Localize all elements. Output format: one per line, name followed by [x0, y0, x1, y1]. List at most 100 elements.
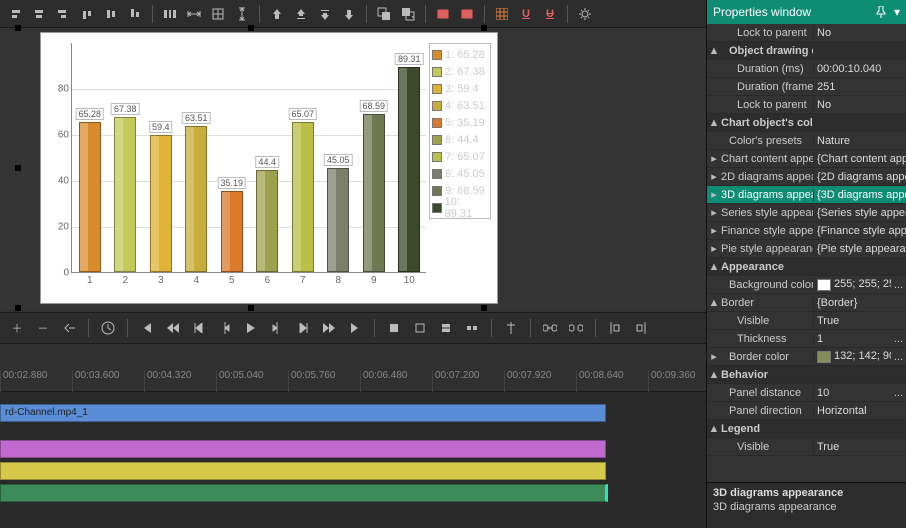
property-row[interactable]: ▸Pie style appearance{Pie style appearan… [707, 240, 906, 258]
skip-start-icon[interactable] [136, 317, 158, 339]
link-icon[interactable] [539, 317, 561, 339]
distribute-h-icon[interactable] [159, 3, 181, 25]
expand-icon[interactable]: ▲ [707, 369, 721, 381]
properties-grid[interactable]: Lock to parentNo▲Object drawing duration… [707, 24, 906, 482]
track-clip-2[interactable] [0, 440, 606, 458]
ffwd-icon[interactable] [318, 317, 340, 339]
property-value[interactable]: No [813, 27, 906, 39]
bar-10[interactable] [398, 67, 420, 272]
expand-icon[interactable]: ▸ [707, 350, 721, 363]
cursor-fwd-icon[interactable] [266, 317, 288, 339]
zoom-in-icon[interactable]: ＋ [6, 317, 28, 339]
property-row[interactable]: VisibleTrue [707, 312, 906, 330]
property-row[interactable]: ▸3D diagrams appearance{3D diagrams appe… [707, 186, 906, 204]
property-row[interactable]: Color's presetsNature [707, 132, 906, 150]
ellipsis-button[interactable]: ... [891, 333, 906, 345]
bar-5[interactable] [221, 191, 243, 272]
property-value[interactable]: {2D diagrams appearance} [813, 171, 906, 183]
skip-end-icon[interactable] [344, 317, 366, 339]
grid-icon[interactable] [491, 3, 513, 25]
bar-9[interactable] [363, 114, 385, 272]
property-row[interactable]: Panel distance10... [707, 384, 906, 402]
video-clip[interactable]: rd-Channel.mp4_1 [0, 404, 606, 422]
property-row[interactable]: Panel directionHorizontal [707, 402, 906, 420]
bar-3[interactable] [150, 135, 172, 272]
underline-red-icon[interactable]: U [515, 3, 537, 25]
property-value[interactable]: Horizontal [813, 405, 906, 417]
property-value[interactable]: {Chart content appearance} [813, 153, 906, 165]
arrow-up-icon[interactable] [266, 3, 288, 25]
expand-icon[interactable]: ▲ [707, 117, 721, 129]
stop-icon[interactable] [383, 317, 405, 339]
expand-icon[interactable]: ▸ [707, 170, 721, 183]
property-value[interactable]: True [813, 441, 906, 453]
property-group[interactable]: ▲Legend [707, 420, 906, 438]
property-group[interactable]: ▲Behavior [707, 366, 906, 384]
align-hcenter-icon[interactable] [28, 3, 50, 25]
property-row[interactable]: ▸2D diagrams appearance{2D diagrams appe… [707, 168, 906, 186]
snap-right-icon[interactable] [630, 317, 652, 339]
arrow-down-icon[interactable] [338, 3, 360, 25]
expand-icon[interactable]: ▸ [707, 152, 721, 165]
property-row[interactable]: Lock to parentNo [707, 24, 906, 42]
zoom-out-icon[interactable]: － [32, 317, 54, 339]
property-value[interactable]: Nature [813, 135, 906, 147]
property-row[interactable]: Background color255; 255; 255... [707, 276, 906, 294]
expand-icon[interactable]: ▸ [707, 224, 721, 237]
property-row[interactable]: ▸Finance style appearance{Finance style … [707, 222, 906, 240]
bar-6[interactable] [256, 170, 278, 272]
rewind-icon[interactable] [162, 317, 184, 339]
play-icon[interactable] [240, 317, 262, 339]
align-right-icon[interactable] [52, 3, 74, 25]
property-row[interactable]: Duration (frames)251 [707, 78, 906, 96]
property-group[interactable]: ▲Chart object's colors [707, 114, 906, 132]
property-row[interactable]: ▲Border{Border} [707, 294, 906, 312]
property-row[interactable]: ▸Chart content appearance{Chart content … [707, 150, 906, 168]
ellipsis-button[interactable]: ... [891, 387, 906, 399]
ellipsis-button[interactable]: ... [891, 279, 906, 291]
property-group[interactable]: ▲Appearance [707, 258, 906, 276]
property-row[interactable]: Thickness1... [707, 330, 906, 348]
underline-strike-icon[interactable]: U [539, 3, 561, 25]
property-value[interactable]: {Series style appearance} [813, 207, 906, 219]
property-value[interactable]: {Finance style appearance} [813, 225, 906, 237]
bring-front-icon[interactable] [314, 3, 336, 25]
property-value[interactable]: True [813, 315, 906, 327]
gear-icon[interactable] [574, 3, 596, 25]
step-fwd-icon[interactable] [292, 317, 314, 339]
group-icon[interactable] [373, 3, 395, 25]
expand-icon[interactable]: ▸ [707, 242, 721, 255]
bar-8[interactable] [327, 168, 349, 272]
timeline-tracks[interactable]: rd-Channel.mp4_1 [0, 392, 706, 528]
fit-both-icon[interactable] [207, 3, 229, 25]
properties-title-bar[interactable]: Properties window ▾ [707, 0, 906, 24]
ungroup-icon[interactable] [397, 3, 419, 25]
property-value[interactable]: {Pie style appearance} [813, 243, 906, 255]
fit-width-icon[interactable] [183, 3, 205, 25]
ellipsis-button[interactable]: ... [891, 351, 906, 363]
send-back-icon[interactable] [290, 3, 312, 25]
property-row[interactable]: Duration (ms)00:00:10.040 [707, 60, 906, 78]
expand-icon[interactable]: ▲ [707, 297, 721, 309]
chart-selection[interactable]: 02040608065.28167.38259.4363.51435.19544… [18, 28, 484, 308]
property-value[interactable]: 251 [813, 81, 906, 93]
track-clip-3[interactable] [0, 462, 606, 480]
panel-menu-icon[interactable]: ▾ [894, 5, 900, 19]
bar-7[interactable] [292, 122, 314, 272]
property-row[interactable]: Lock to parentNo [707, 96, 906, 114]
expand-icon[interactable]: ▲ [707, 261, 721, 273]
snap-left-icon[interactable] [604, 317, 626, 339]
step-back-icon[interactable] [188, 317, 210, 339]
rec-rect2-icon[interactable] [456, 3, 478, 25]
rec-rect-icon[interactable] [432, 3, 454, 25]
align-vcenter-icon[interactable] [100, 3, 122, 25]
stop3-icon[interactable] [435, 317, 457, 339]
bar-2[interactable] [114, 117, 136, 272]
property-value[interactable]: {Border} [813, 297, 906, 309]
fit-height-icon[interactable] [231, 3, 253, 25]
stop2-icon[interactable] [409, 317, 431, 339]
property-row[interactable]: ▸Border color132; 142; 90... [707, 348, 906, 366]
expand-icon[interactable]: ▲ [707, 45, 721, 57]
property-row[interactable]: VisibleTrue [707, 438, 906, 456]
marker-icon[interactable] [500, 317, 522, 339]
